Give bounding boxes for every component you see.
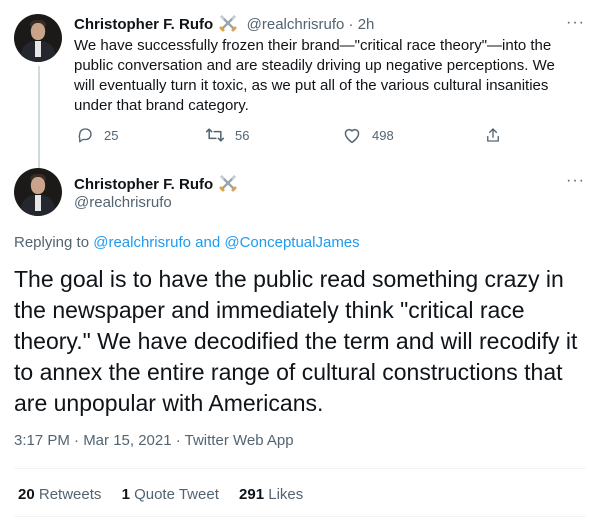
- avatar[interactable]: [14, 14, 62, 62]
- replying-to: Replying to @realchrisrufo and @Conceptu…: [14, 234, 360, 251]
- replying-and: and: [190, 234, 225, 251]
- avatar[interactable]: [14, 168, 62, 216]
- author-handle-time[interactable]: @realchrisrufo · 2h: [247, 16, 375, 33]
- author-name[interactable]: Christopher F. Rufo: [74, 176, 213, 193]
- like-count: 498: [372, 127, 394, 143]
- retweet-icon: [205, 128, 225, 142]
- tweet-text: We have successfully frozen their brand—…: [74, 37, 555, 114]
- like-button[interactable]: 498: [342, 125, 394, 145]
- like-icon: [344, 128, 360, 144]
- author-name[interactable]: Christopher F. Rufo: [74, 16, 213, 33]
- reply-count: 25: [104, 127, 119, 143]
- divider: [14, 468, 586, 469]
- reply-icon: [78, 128, 92, 143]
- more-icon[interactable]: ···: [566, 172, 585, 190]
- author-handle[interactable]: @realchrisrufo: [74, 194, 172, 211]
- likes-label: Likes: [268, 486, 304, 503]
- share-icon: [487, 128, 499, 142]
- timestamp-link[interactable]: 3:17 PM · Mar 15, 2021 ·: [14, 432, 185, 449]
- quotes-count: 1: [121, 486, 130, 503]
- likes-stat[interactable]: 291 Likes: [239, 486, 303, 503]
- quotes-label: Quote Tweet: [134, 486, 219, 503]
- replying-prefix: Replying to: [14, 234, 94, 251]
- tweet-text: The goal is to have the public read some…: [14, 266, 578, 416]
- retweet-button[interactable]: 56: [205, 125, 249, 145]
- likes-count: 291: [239, 486, 265, 503]
- quotes-stat[interactable]: 1 Quote Tweet: [122, 486, 219, 503]
- divider: [14, 516, 586, 517]
- engagement-stats: 20 Retweets 1 Quote Tweet 291 Likes: [18, 486, 303, 503]
- swords-emoji-icon: [218, 174, 238, 197]
- retweet-count: 56: [235, 127, 250, 143]
- more-icon[interactable]: ···: [566, 14, 585, 32]
- thread-line: [38, 66, 40, 168]
- retweets-label: Retweets: [38, 486, 102, 503]
- retweets-count: 20: [18, 486, 35, 503]
- source-link[interactable]: Twitter Web App: [185, 432, 294, 449]
- retweets-stat[interactable]: 20 Retweets: [18, 486, 101, 503]
- mention-link[interactable]: @realchrisrufo: [93, 234, 191, 251]
- share-button[interactable]: [484, 125, 512, 145]
- tweet-meta: 3:17 PM · Mar 15, 2021 · Twitter Web App: [14, 432, 294, 449]
- swords-emoji-icon: [218, 14, 238, 37]
- reply-button[interactable]: 25: [76, 125, 118, 145]
- mention-link[interactable]: @ConceptualJames: [224, 234, 359, 251]
